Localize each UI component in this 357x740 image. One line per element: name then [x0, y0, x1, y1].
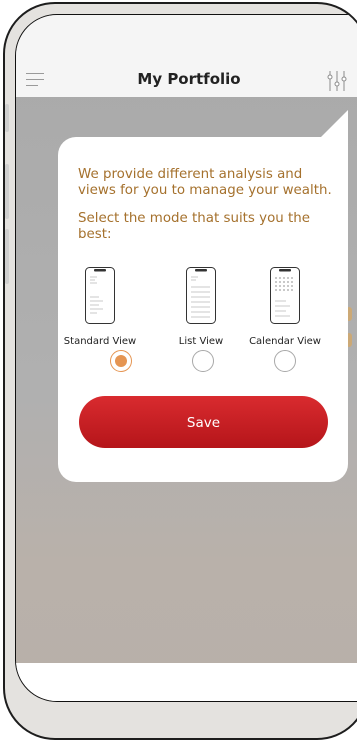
- radio-list-view[interactable]: [192, 350, 214, 372]
- mode-list-view[interactable]: List View: [156, 267, 246, 347]
- list-view-phone-icon: [186, 267, 216, 324]
- radio-standard-view[interactable]: [110, 350, 132, 372]
- app-screen: My Portfolio We provide different analys…: [15, 14, 357, 702]
- mute-switch: [5, 104, 9, 132]
- mode-calendar-view[interactable]: Calendar View: [240, 267, 330, 347]
- calendar-view-phone-icon: [270, 267, 300, 324]
- save-button[interactable]: Save: [79, 396, 328, 448]
- radio-calendar-view[interactable]: [274, 350, 296, 372]
- popup-description: We provide different analysis and views …: [78, 167, 332, 198]
- volume-down-button: [5, 229, 9, 284]
- filter-sliders-icon[interactable]: [326, 70, 348, 92]
- popup-pointer: [321, 110, 348, 137]
- view-mode-popup: We provide different analysis and views …: [58, 137, 348, 482]
- standard-view-phone-icon: [85, 267, 115, 324]
- volume-up-button: [5, 164, 9, 219]
- mode-label-standard: Standard View: [63, 336, 137, 347]
- mode-standard-view[interactable]: Standard View: [55, 267, 145, 347]
- app-header: My Portfolio: [16, 15, 357, 97]
- popup-instruction: Select the mode that suits you the best:: [78, 211, 310, 242]
- mode-label-list: List View: [178, 336, 224, 347]
- bottom-safe-area: [16, 663, 357, 701]
- phone-frame: My Portfolio We provide different analys…: [3, 2, 357, 740]
- mode-label-calendar: Calendar View: [249, 336, 321, 347]
- page-title: My Portfolio: [137, 70, 241, 88]
